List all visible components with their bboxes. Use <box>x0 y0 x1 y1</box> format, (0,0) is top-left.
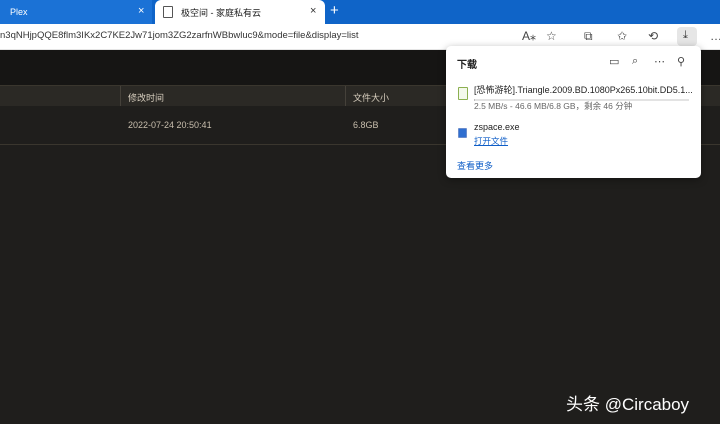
download-name: zspace.exe <box>474 122 520 132</box>
open-file-link[interactable]: 打开文件 <box>474 135 508 147</box>
page-icon <box>163 6 173 18</box>
folder-icon[interactable]: ▭ <box>609 55 619 68</box>
pin-icon[interactable]: ⚲ <box>677 55 685 68</box>
tab-zspace[interactable]: 极空间 - 家庭私有云 × <box>155 0 325 24</box>
search-icon[interactable]: ⌕ <box>632 55 638 68</box>
see-more-link[interactable]: 查看更多 <box>457 159 493 172</box>
watermark: 头条 @Circaboy <box>566 395 690 414</box>
tab-strip: Plex × 极空间 - 家庭私有云 × + <box>0 0 720 24</box>
modified-cell: 2022-07-24 20:50:41 <box>128 120 212 130</box>
column-header-modified[interactable]: 修改时间 <box>128 91 164 104</box>
history-icon[interactable]: ⟲ <box>648 29 658 43</box>
downloads-button[interactable]: ⤓ <box>677 27 697 46</box>
address-bar[interactable]: n3qNHjpQQE8flm3IKx2C7KE2Jw71jom3ZG2zarfn… <box>0 30 359 41</box>
settings-more-icon[interactable]: … <box>710 29 720 43</box>
downloads-panel: 下载 ▭ ⌕ ⋯ ⚲ [恐怖游轮].Triangle.2009.BD.1080P… <box>446 46 701 178</box>
file-icon <box>458 87 468 100</box>
new-tab-button[interactable]: + <box>330 2 339 19</box>
tab-plex[interactable]: Plex × <box>0 0 152 24</box>
favorites-icon[interactable]: ✩ <box>617 29 627 43</box>
download-status: 2.5 MB/s - 46.6 MB/6.8 GB，剩余 46 分钟 <box>474 101 633 111</box>
downloads-icon: ⤓ <box>683 29 688 41</box>
extensions-icon[interactable]: ⧉ <box>584 29 593 44</box>
read-aloud-icon[interactable]: A⁎ <box>522 29 536 43</box>
panel-title: 下载 <box>457 60 477 71</box>
tab-label: Plex <box>10 7 28 17</box>
exe-file-icon <box>458 128 467 138</box>
size-cell: 6.8GB <box>353 120 379 130</box>
column-header-size[interactable]: 文件大小 <box>353 91 389 104</box>
tab-label: 极空间 - 家庭私有云 <box>181 7 261 18</box>
column-divider <box>120 86 121 106</box>
more-icon[interactable]: ⋯ <box>654 55 665 68</box>
close-icon[interactable]: × <box>310 5 316 17</box>
favorite-add-icon[interactable]: ☆ <box>546 29 557 43</box>
download-name: [恐怖游轮].Triangle.2009.BD.1080Px265.10bit.… <box>474 85 693 95</box>
column-divider <box>345 86 346 106</box>
close-icon[interactable]: × <box>138 5 144 17</box>
